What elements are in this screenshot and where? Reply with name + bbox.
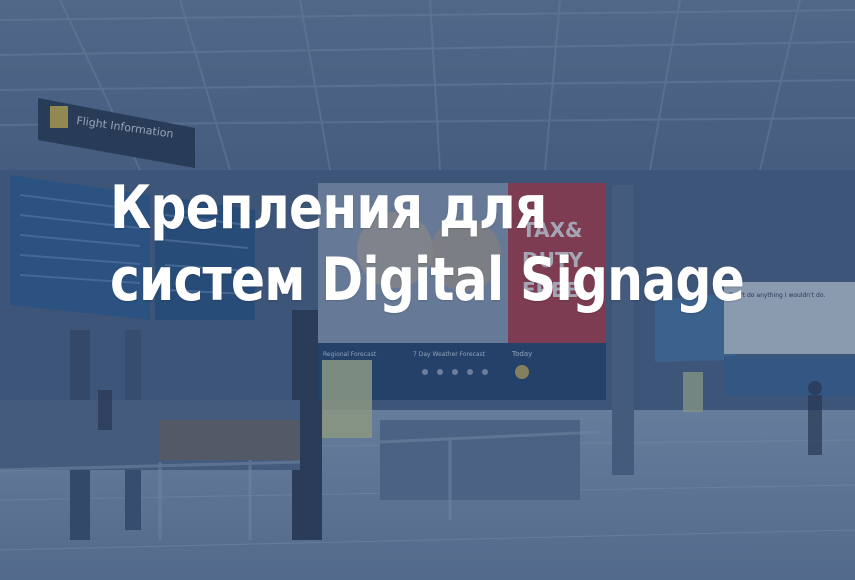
headline-line-1: Крепления для xyxy=(110,173,547,243)
promo-banner: Flight Information TAX& DUTY FREE Region… xyxy=(0,0,855,580)
banner-headline: Крепления для систем Digital Signage xyxy=(110,172,745,316)
headline-line-2: систем Digital Signage xyxy=(110,245,745,315)
